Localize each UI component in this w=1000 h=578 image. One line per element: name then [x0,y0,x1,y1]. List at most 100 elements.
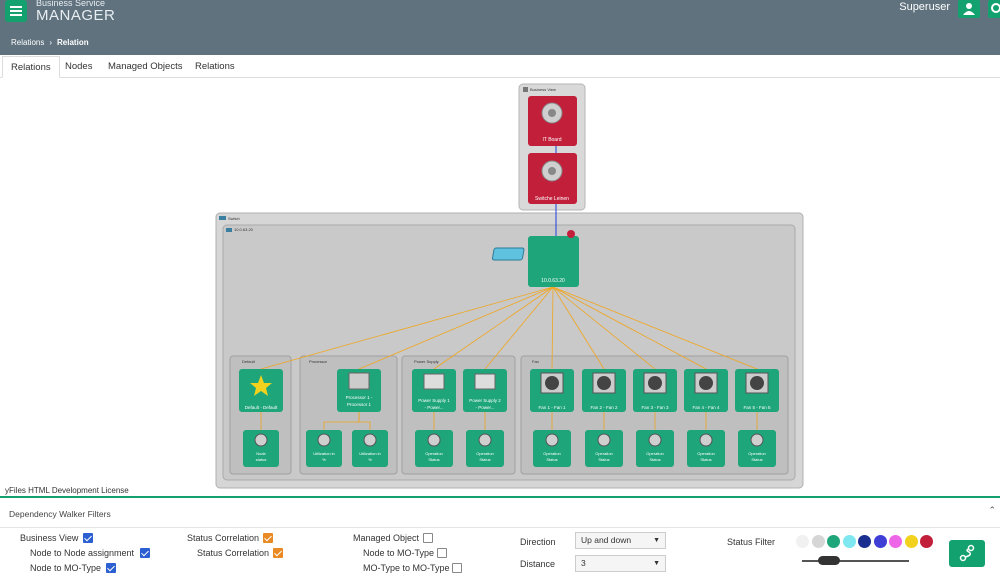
node-to-motype-checkbox[interactable] [106,563,116,573]
tab-nodes[interactable]: Nodes [65,56,92,78]
node-switche-leinen[interactable]: Switche Leinen [528,153,577,204]
gauge-icon [699,433,713,447]
status-node-label: Operation [646,451,664,456]
node-label: Power Supply 2 [469,398,501,403]
distance-select[interactable]: 3 ▼ [575,555,666,572]
cpu-icon [348,372,370,390]
status-correlation-checkbox[interactable] [263,533,273,543]
license-label: yFiles HTML Development License [5,486,129,495]
node-it-board[interactable]: IT Board [528,96,577,146]
breadcrumb-current: Relation [57,38,89,47]
node-fan-4[interactable]: Fan 4 - Fan 4 [684,369,728,412]
dependency-graph[interactable]: Business View Switch 10.0.63.20 Default … [0,78,1000,498]
node-fan-2[interactable]: Fan 2 - Fan 2 [582,369,626,412]
node-label: Switche Leinen [535,196,569,202]
gauge-icon [317,433,331,447]
node-processor-1[interactable]: Processor 1 - Processor 1 [337,369,381,412]
status-correlation-sub-checkbox[interactable] [273,548,283,558]
status-node-1[interactable]: Nodestatus [243,430,279,467]
menu-button[interactable] [5,0,27,22]
filters-title: Dependency Walker Filters [9,509,111,519]
node-power-supply-2[interactable]: Power Supply 2 - Power... [463,369,507,412]
status-color-8[interactable] [904,535,918,548]
fan-icon-blade [545,376,559,390]
status-node-label: Operation [476,451,494,456]
fan-icon-blade [750,376,764,390]
tab-managed-objects[interactable]: Managed Objects [108,56,182,78]
business-view-label: Business View [530,87,556,92]
user-button[interactable] [958,0,980,18]
breadcrumb: Relations › Relation [11,38,89,47]
gauge-icon [545,433,559,447]
managed-object-checkbox[interactable] [423,533,433,543]
motype-to-motype-checkbox[interactable] [452,563,462,573]
node-power-supply-1[interactable]: Power Supply 1 - Power... [412,369,456,412]
node-label: Fan 1 - Fan 1 [538,405,566,410]
gear-icon [991,3,1000,13]
managed-object-label: Managed Object [353,533,420,543]
status-node-6[interactable]: OperationStatus [533,430,571,467]
tab-bar: Relations Nodes Managed Objects Relation… [0,56,1000,78]
business-view-icon [523,87,528,92]
status-node-3[interactable]: Utilization in% [352,430,388,467]
fan-icon-blade [597,376,611,390]
route-icon [959,544,975,562]
status-node-label: % [322,457,326,462]
node-label: Fan 4 - Fan 4 [692,405,720,410]
breadcrumb-parent[interactable]: Relations [11,38,44,47]
status-node-7[interactable]: OperationStatus [585,430,623,467]
status-node-10[interactable]: OperationStatus [738,430,776,467]
status-node-label: Utilization in [359,451,381,456]
status-node-8[interactable]: OperationStatus [636,430,674,467]
node-to-motype-2-checkbox[interactable] [437,548,447,558]
node-fan-1[interactable]: Fan 1 - Fan 1 [530,369,574,412]
status-node-label: Operation [748,451,766,456]
status-filter-slider-handle[interactable] [817,556,840,565]
status-color-1[interactable] [796,535,809,548]
node-label: - Power... [424,405,443,410]
tab-relations-2[interactable]: Relations [195,56,235,78]
status-node-5[interactable]: OperationStatus [466,430,504,467]
settings-button[interactable] [988,0,1000,18]
switch-group-label: Switch [228,216,240,221]
status-color-2[interactable] [811,535,825,548]
dependency-walk-button[interactable] [949,540,985,567]
app-header: Business Service MANAGER Superuser Relat… [0,0,1000,55]
status-node-label: Utilization in [313,451,335,456]
node-to-motype-2-label: Node to MO-Type [363,548,435,558]
node-fan-5[interactable]: Fan 5 - Fan 5 [735,369,779,412]
business-view-checkbox[interactable] [83,533,93,543]
tab-relations[interactable]: Relations [2,56,60,78]
status-color-9[interactable] [920,535,933,548]
status-node-4[interactable]: OperationStatus [415,430,453,467]
node-to-node-checkbox[interactable] [140,548,150,558]
fan-nodes: Fan 1 - Fan 1 Fan 2 - Fan 2 Fan 3 - Fan 3 F… [530,369,779,412]
status-color-3[interactable] [827,535,840,548]
node-fan-3[interactable]: Fan 3 - Fan 3 [633,369,677,412]
node-label: Processor 1 - [346,395,373,400]
status-color-4[interactable] [842,535,856,548]
host-group-icon [226,228,232,232]
status-color-5[interactable] [858,535,871,548]
status-filter-label: Status Filter [727,537,776,547]
status-node-label: Status [598,457,609,462]
status-node-2[interactable]: Utilization in% [306,430,342,467]
node-default[interactable]: Default - Default [239,369,283,412]
node-to-node-label: Node to Node assignment [30,548,135,558]
node-label: IT Board [542,137,561,143]
status-node-label: Operation [543,451,561,456]
status-color-6[interactable] [873,535,887,548]
fan-icon-blade [648,376,662,390]
status-node-label: Status [751,457,762,462]
graph-canvas[interactable]: Business View Switch 10.0.63.20 Default … [0,78,1000,498]
collapse-caret-icon[interactable]: ⌃ [988,505,996,516]
status-color-7[interactable] [889,535,902,548]
chevron-down-icon: ▼ [653,560,660,567]
host-group-label: 10.0.63.20 [234,227,254,232]
user-name[interactable]: Superuser [899,1,950,13]
gear-icon-hub [548,167,556,175]
direction-select[interactable]: Up and down ▼ [575,532,666,549]
filters-divider [0,527,1000,528]
status-node-9[interactable]: OperationStatus [687,430,725,467]
node-to-motype-label: Node to MO-Type [30,563,102,573]
